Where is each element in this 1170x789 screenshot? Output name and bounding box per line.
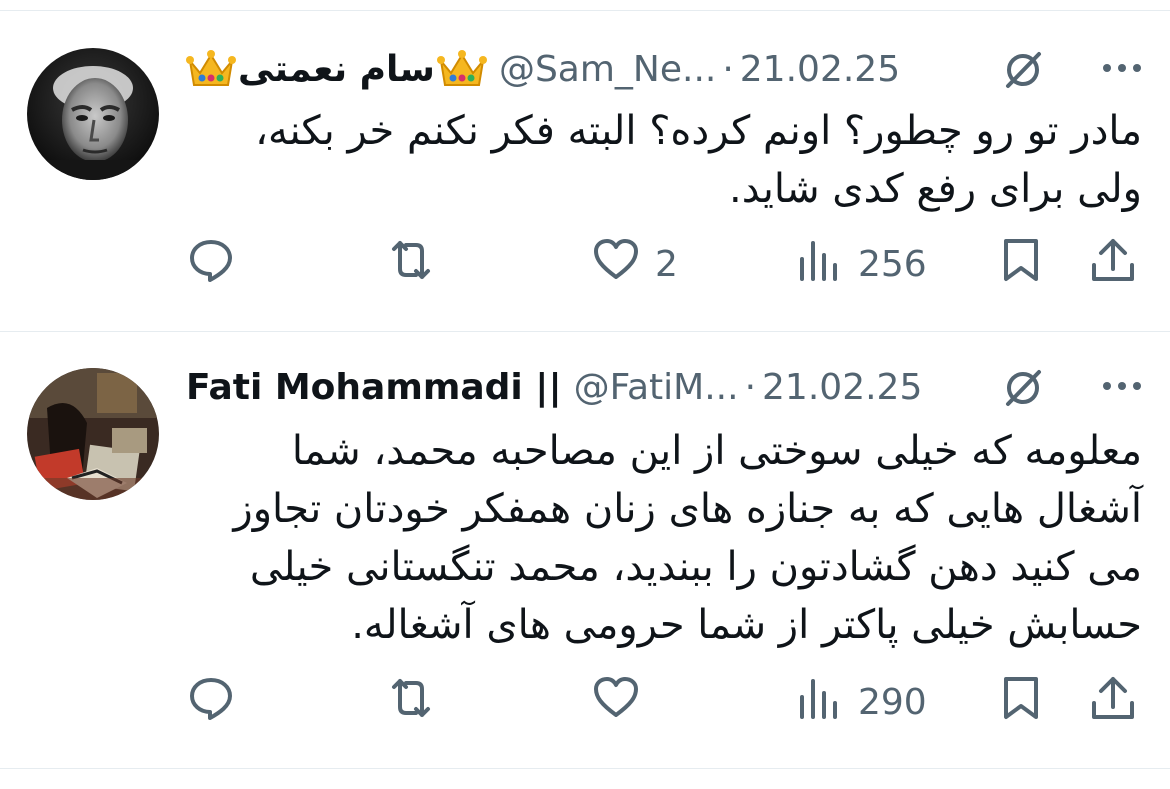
tweet-date[interactable]: 21.02.25 [740,49,900,90]
bottom-divider [0,768,1170,769]
reply-button[interactable] [186,674,250,730]
reply-icon [186,673,236,732]
display-name[interactable]: سام نعمتی [186,47,487,91]
tweet-date[interactable]: 21.02.25 [762,367,922,408]
reply-button[interactable] [186,236,250,292]
views-icon [794,673,844,732]
retweet-button[interactable] [386,674,450,730]
views-count: 290 [858,681,927,723]
grok-icon[interactable] [999,46,1047,94]
retweet-button[interactable] [386,236,450,292]
display-name[interactable]: Fati Mohammadi || [186,367,562,408]
bookmark-icon [996,235,1046,294]
avatar[interactable] [27,368,159,500]
views-button[interactable]: 290 [794,674,927,730]
share-button[interactable] [1088,236,1138,292]
tweet-text: مادر تو رو چطور؟ اونم کرده؟ البته فکر نک… [255,108,1142,212]
more-icon[interactable] [1102,362,1142,410]
tweet[interactable]: Fati Mohammadi || @FatiM... · 21.02.25 م… [0,332,1170,768]
user-handle[interactable]: @Sam_Ne... [499,49,716,90]
tweet-text: معلومه که خیلی سوختی از این مصاحبه محمد،… [233,428,1142,648]
views-count: 256 [858,243,927,285]
tweet-header: Fati Mohammadi || @FatiM... · 21.02.25 [186,362,1142,412]
tweet-actions: 2 256 [186,236,1142,292]
like-button[interactable] [591,674,655,730]
bookmark-icon [996,673,1046,732]
grok-icon[interactable] [999,364,1047,412]
retweet-icon [386,235,436,294]
share-icon [1088,235,1138,294]
avatar[interactable] [27,48,159,180]
like-icon [591,235,641,294]
crown-icon [186,47,236,91]
retweet-icon [386,673,436,732]
crown-icon [436,47,487,91]
like-icon [591,673,641,732]
separator-dot: · [722,48,734,90]
like-button[interactable]: 2 [591,236,678,292]
bookmark-button[interactable] [996,236,1046,292]
bookmark-button[interactable] [996,674,1046,730]
user-handle[interactable]: @FatiM... [574,367,739,408]
share-button[interactable] [1088,674,1138,730]
separator-dot: · [744,366,757,408]
tweet-actions: 290 [186,674,1142,730]
views-icon [794,235,844,294]
tweet[interactable]: سام نعمتی @Sam_Ne... · 21.02.25 مادر تو … [0,0,1170,330]
display-name-text: Fati Mohammadi || [186,366,562,408]
views-button[interactable]: 256 [794,236,927,292]
reply-icon [186,235,236,294]
tweet-header: سام نعمتی @Sam_Ne... · 21.02.25 [186,44,1142,94]
display-name-text: سام نعمتی [238,48,435,90]
more-icon[interactable] [1102,44,1142,92]
like-count: 2 [655,243,678,285]
share-icon [1088,673,1138,732]
